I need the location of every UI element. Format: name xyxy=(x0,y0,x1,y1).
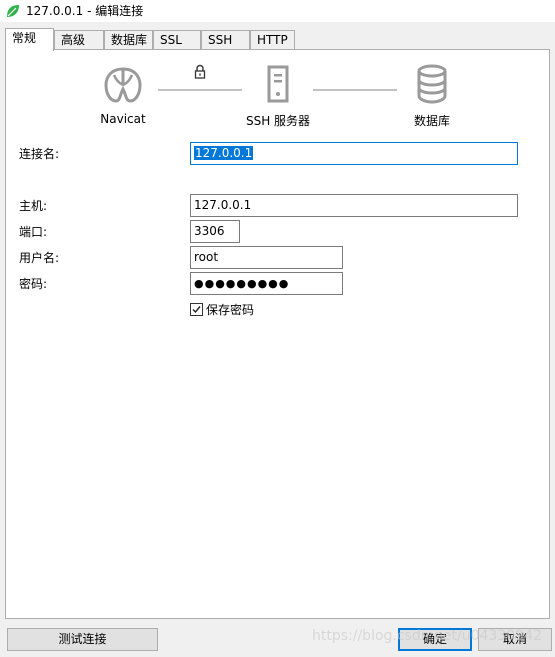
save-password-checkbox[interactable] xyxy=(190,303,203,316)
host-input[interactable]: 127.0.0.1 xyxy=(190,194,518,217)
username-input[interactable]: root xyxy=(190,246,343,269)
cancel-button[interactable]: 取消 xyxy=(478,628,552,651)
ok-button[interactable]: 确定 xyxy=(398,628,472,651)
diagram-label-navicat: Navicat xyxy=(100,112,146,126)
tab-databases[interactable]: 数据库 xyxy=(104,30,153,50)
test-connection-button[interactable]: 测试连接 xyxy=(7,628,158,651)
username-label: 用户名: xyxy=(19,251,60,265)
password-mask: ●●●●●●●●● xyxy=(194,277,290,290)
checkmark-icon xyxy=(192,306,201,314)
password-input[interactable]: ●●●●●●●●● xyxy=(190,272,343,295)
tab-bar: 常规 高级 数据库 SSL SSH HTTP xyxy=(0,28,555,51)
diagram-label-ssh-server: SSH 服务器 xyxy=(245,114,311,128)
tab-ssl[interactable]: SSL xyxy=(153,30,201,50)
save-password-label[interactable]: 保存密码 xyxy=(206,303,254,317)
navicat-leaf-icon xyxy=(7,5,19,17)
connection-name-value: 127.0.0.1 xyxy=(194,146,254,160)
port-input[interactable]: 3306 xyxy=(190,220,240,243)
tab-general[interactable]: 常规 xyxy=(5,28,54,51)
tab-http[interactable]: HTTP xyxy=(250,30,295,50)
tab-advanced[interactable]: 高级 xyxy=(54,30,104,50)
database-icon xyxy=(417,64,447,104)
diagram-link-right xyxy=(313,89,397,91)
general-panel xyxy=(5,49,550,619)
port-label: 端口: xyxy=(19,225,48,239)
connection-name-input[interactable]: 127.0.0.1 xyxy=(190,142,518,165)
tab-ssh[interactable]: SSH xyxy=(201,30,250,50)
password-label: 密码: xyxy=(19,277,48,291)
navicat-icon xyxy=(104,67,142,103)
lock-icon xyxy=(194,64,206,79)
diagram-label-database: 数据库 xyxy=(413,114,450,128)
connection-name-label: 连接名: xyxy=(19,147,60,161)
title-bar: 127.0.0.1 - 编辑连接 xyxy=(0,0,555,22)
window-title: 127.0.0.1 - 编辑连接 xyxy=(26,4,144,18)
diagram-link-left xyxy=(158,89,242,91)
host-label: 主机: xyxy=(19,199,48,213)
server-icon xyxy=(267,65,289,103)
